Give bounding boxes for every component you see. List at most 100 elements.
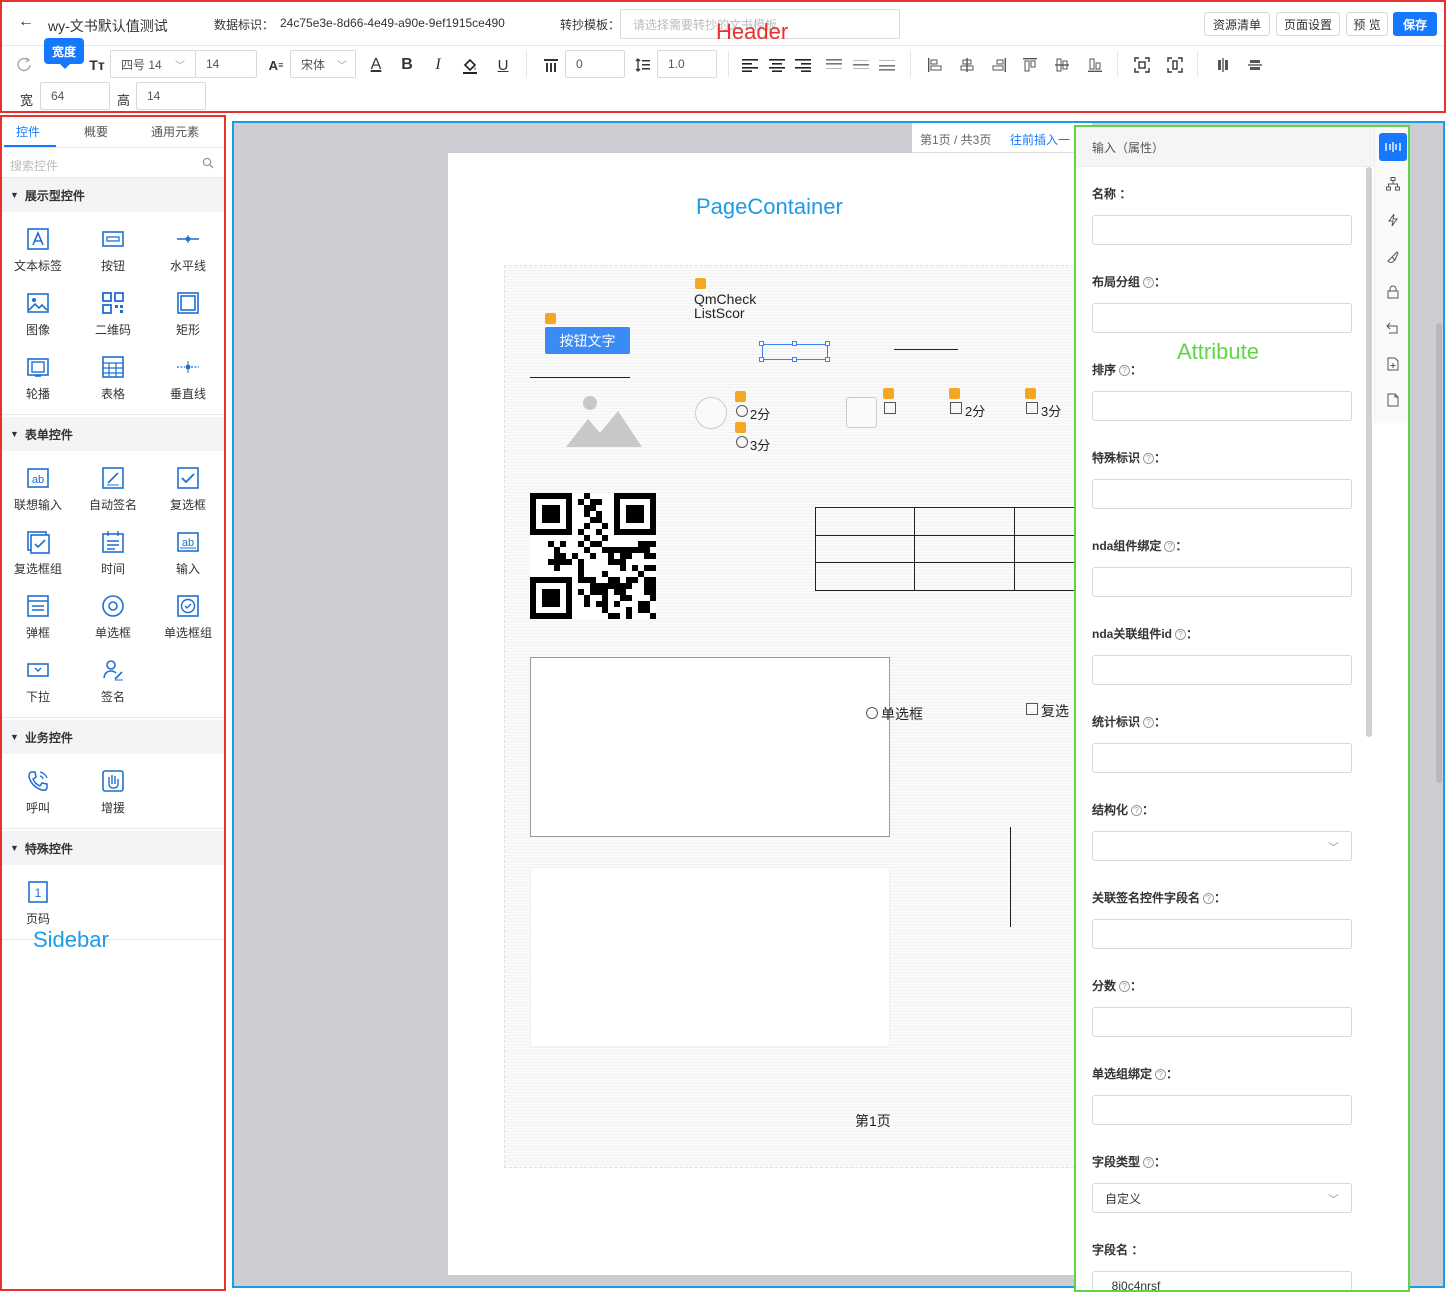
field-input[interactable]: [1092, 479, 1352, 509]
resources-button[interactable]: 资源清单: [1204, 12, 1270, 36]
control-tile[interactable]: 复选框组: [3, 526, 73, 584]
height-input[interactable]: 14: [136, 82, 206, 110]
field-input[interactable]: _8j0c4nrsf: [1092, 1271, 1352, 1290]
align-items-top-icon[interactable]: [1020, 55, 1040, 75]
field-input[interactable]: [1092, 391, 1352, 421]
same-width-icon[interactable]: [1132, 55, 1152, 75]
help-icon[interactable]: ?: [1143, 717, 1155, 729]
align-center-icon[interactable]: [767, 55, 787, 75]
radio-group-circle[interactable]: [695, 397, 727, 429]
rectangle-widget[interactable]: [530, 657, 890, 837]
horizontal-line-widget[interactable]: [530, 377, 630, 378]
back-arrow-icon[interactable]: ←: [18, 13, 34, 31]
field-input[interactable]: [1092, 743, 1352, 773]
tab-common-elements[interactable]: 通用元素: [151, 123, 199, 140]
control-tile[interactable]: 矩形: [153, 287, 223, 345]
underline-icon[interactable]: U: [493, 55, 513, 75]
help-icon[interactable]: ?: [1131, 805, 1143, 817]
file-icon[interactable]: [1386, 393, 1400, 407]
field-input[interactable]: [1092, 1095, 1352, 1125]
search-icon[interactable]: [202, 157, 214, 169]
checkbox-icon[interactable]: [1026, 703, 1038, 715]
font-size-select[interactable]: 四号 14 ﹀: [110, 50, 196, 78]
letter-spacing-input[interactable]: 0: [565, 50, 625, 78]
control-tile[interactable]: 签名: [78, 654, 148, 712]
properties-expand-icon[interactable]: [1379, 133, 1407, 161]
field-select[interactable]: 自定义 ﹀: [1092, 1183, 1352, 1213]
checkbox-group-box[interactable]: [846, 397, 877, 428]
control-tile[interactable]: 图像: [3, 287, 73, 345]
section-header[interactable]: ▼ 业务控件: [2, 720, 224, 754]
field-input[interactable]: [1092, 303, 1352, 333]
page-settings-button[interactable]: 页面设置: [1276, 12, 1340, 36]
help-icon[interactable]: ?: [1155, 1069, 1167, 1081]
radio-icon[interactable]: [736, 436, 748, 448]
valign-bottom-icon[interactable]: [877, 55, 897, 75]
fill-color-icon[interactable]: [460, 55, 480, 75]
align-items-left-icon[interactable]: [925, 55, 945, 75]
resize-handle[interactable]: [759, 357, 764, 362]
resize-handle[interactable]: [825, 341, 830, 346]
width-input[interactable]: 64: [40, 82, 110, 110]
control-tile[interactable]: 垂直线: [153, 351, 223, 409]
control-tile[interactable]: 自动签名: [78, 462, 148, 520]
italic-icon[interactable]: I: [428, 55, 448, 75]
checklist-widget-line2[interactable]: ListScor: [694, 306, 745, 320]
field-input[interactable]: [1092, 919, 1352, 949]
same-height-icon[interactable]: [1165, 55, 1185, 75]
control-tile[interactable]: 下拉: [3, 654, 73, 712]
valign-top-icon[interactable]: [824, 55, 844, 75]
brush-icon[interactable]: [1386, 249, 1400, 263]
field-select[interactable]: ﹀: [1092, 831, 1352, 861]
resize-handle[interactable]: [792, 357, 797, 362]
tab-controls[interactable]: 控件: [16, 123, 40, 140]
table-widget[interactable]: [815, 507, 1115, 591]
vertical-line-widget[interactable]: [1010, 827, 1011, 927]
carousel-widget[interactable]: [530, 867, 890, 1047]
field-input[interactable]: [1092, 215, 1352, 245]
align-items-bottom-icon[interactable]: [1085, 55, 1105, 75]
align-items-hcenter-icon[interactable]: [957, 55, 977, 75]
line-height-input[interactable]: 1.0: [657, 50, 717, 78]
help-icon[interactable]: ?: [1164, 541, 1176, 553]
resize-handle[interactable]: [759, 341, 764, 346]
control-tile[interactable]: 二维码: [78, 287, 148, 345]
control-tile[interactable]: 轮播: [3, 351, 73, 409]
section-header[interactable]: ▼ 展示型控件: [2, 178, 224, 212]
file-add-icon[interactable]: [1386, 357, 1400, 371]
image-placeholder-icon[interactable]: [566, 393, 642, 449]
help-icon[interactable]: ?: [1119, 981, 1131, 993]
undo-icon[interactable]: [1386, 321, 1400, 335]
section-header[interactable]: ▼ 特殊控件: [2, 831, 224, 865]
text-size-icon[interactable]: Tт: [87, 55, 107, 75]
checkbox-icon[interactable]: [1026, 402, 1038, 414]
control-tile[interactable]: 表格: [78, 351, 148, 409]
control-tile[interactable]: ab 联想输入: [3, 462, 73, 520]
canvas-scrollbar[interactable]: [1436, 323, 1442, 783]
help-icon[interactable]: ?: [1143, 453, 1155, 465]
radio-icon[interactable]: [866, 707, 878, 719]
search-input[interactable]: 搜索控件: [10, 157, 58, 174]
tree-icon[interactable]: [1386, 177, 1400, 191]
section-header[interactable]: ▼ 表单控件: [2, 417, 224, 451]
preview-button[interactable]: 预 览: [1346, 12, 1388, 36]
control-tile[interactable]: 按钮: [78, 223, 148, 281]
control-tile[interactable]: 1 页码: [3, 876, 73, 934]
insert-before-link[interactable]: 往前插入一: [1010, 131, 1070, 148]
lightning-icon[interactable]: [1386, 213, 1400, 227]
button-widget[interactable]: 按钮文字: [545, 327, 630, 354]
radio-icon[interactable]: [736, 405, 748, 417]
control-tile[interactable]: 呼叫: [3, 765, 73, 823]
control-tile[interactable]: 水平线: [153, 223, 223, 281]
bold-icon[interactable]: B: [397, 55, 417, 75]
checklist-widget-line1[interactable]: QmCheck: [694, 292, 756, 306]
align-items-right-icon[interactable]: [989, 55, 1009, 75]
control-tile[interactable]: 单选框: [78, 590, 148, 648]
tab-overview[interactable]: 概要: [84, 123, 108, 140]
font-size-input[interactable]: 14: [195, 50, 257, 78]
help-icon[interactable]: ?: [1203, 893, 1215, 905]
font-family-select[interactable]: 宋体 ﹀: [290, 50, 356, 78]
field-input[interactable]: [1092, 655, 1352, 685]
save-button[interactable]: 保存: [1393, 12, 1437, 36]
help-icon[interactable]: ?: [1143, 1157, 1155, 1169]
